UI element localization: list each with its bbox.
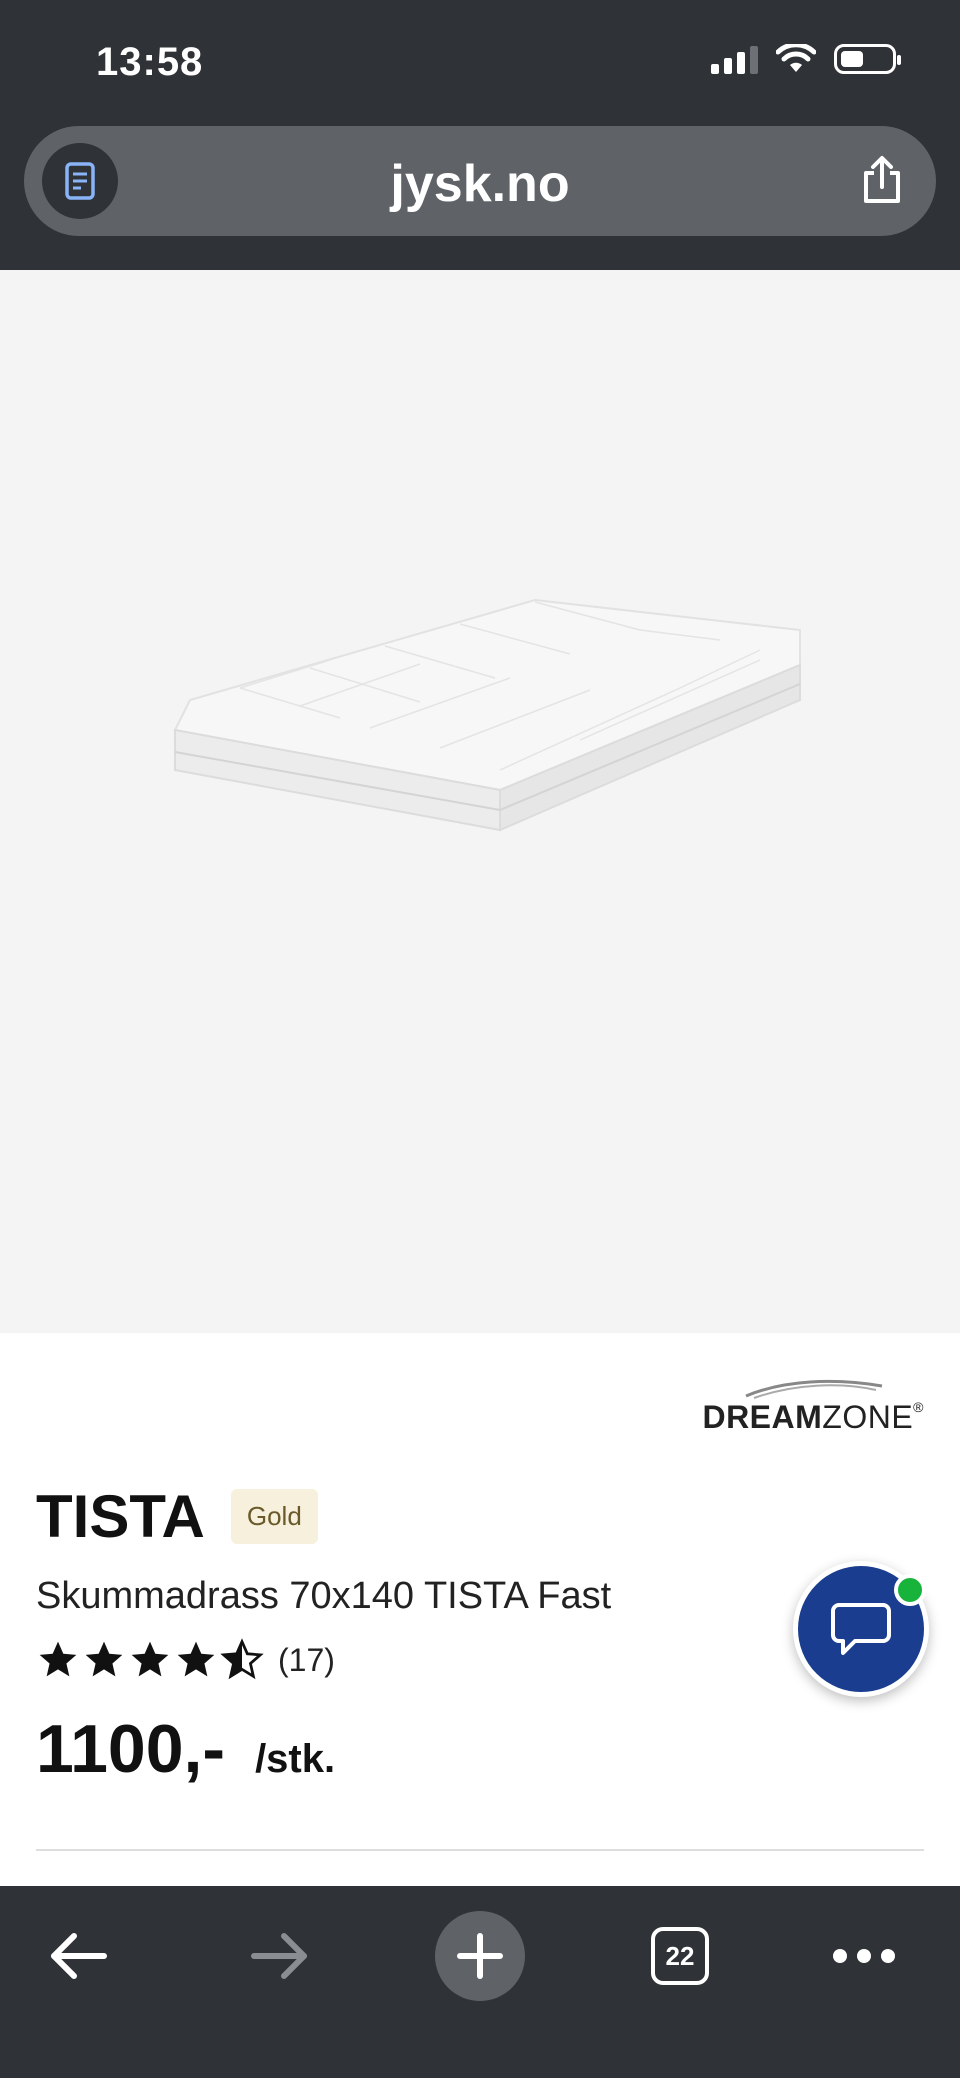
mattress-image — [173, 598, 801, 832]
tabs-button[interactable]: 22 — [630, 1906, 730, 2006]
price: 1100,- — [36, 1711, 226, 1787]
browser-top-chrome: 13:58 jysk.no — [0, 0, 960, 270]
url-text[interactable]: jysk.no — [24, 154, 936, 214]
quality-badge: Gold — [230, 1489, 318, 1544]
star-full-icon — [177, 1641, 215, 1677]
chat-button[interactable] — [793, 1561, 929, 1697]
share-icon — [864, 156, 900, 203]
forward-icon — [251, 1933, 307, 1979]
back-button[interactable] — [28, 1906, 128, 2006]
new-tab-button[interactable] — [430, 1906, 530, 2006]
product-subtitle: Skummadrass 70x140 TISTA Fast — [36, 1575, 612, 1617]
star-half-icon — [220, 1638, 264, 1680]
new-tab-circle — [435, 1911, 525, 2001]
title-row: TISTA Gold — [36, 1482, 318, 1551]
wifi-icon — [776, 44, 816, 72]
product-name: TISTA — [36, 1483, 205, 1550]
status-icons — [711, 44, 901, 74]
back-icon — [51, 1933, 107, 1979]
price-unit: /stk. — [255, 1737, 336, 1781]
share-button[interactable] — [854, 152, 910, 208]
review-count[interactable]: (17) — [278, 1642, 335, 1679]
more-button[interactable] — [814, 1906, 914, 2006]
brand-swoosh — [745, 1379, 883, 1399]
divider — [36, 1849, 924, 1851]
status-time: 13:58 — [96, 40, 204, 84]
star-full-icon — [39, 1641, 77, 1677]
forward-button[interactable] — [230, 1906, 330, 2006]
rating-stars — [36, 1638, 264, 1682]
chat-bubble-icon — [831, 1603, 891, 1655]
price-row: 1100,- /stk. — [36, 1710, 335, 1788]
signal-icon — [711, 44, 758, 74]
battery-icon — [834, 44, 901, 74]
more-icon — [833, 1949, 895, 1963]
star-full-icon — [85, 1641, 123, 1677]
online-indicator — [894, 1574, 926, 1606]
brand-name: DREAMZONE® — [702, 1399, 924, 1435]
brand-logo: DREAMZONE® — [664, 1376, 924, 1436]
browser-toolbar: 22 — [0, 1886, 960, 2078]
address-bar[interactable]: jysk.no — [24, 126, 936, 236]
star-full-icon — [131, 1641, 169, 1677]
tab-count: 22 — [651, 1927, 709, 1985]
plus-icon — [457, 1933, 503, 1979]
rating-row[interactable]: (17) — [36, 1638, 335, 1682]
product-image[interactable] — [0, 270, 960, 1333]
